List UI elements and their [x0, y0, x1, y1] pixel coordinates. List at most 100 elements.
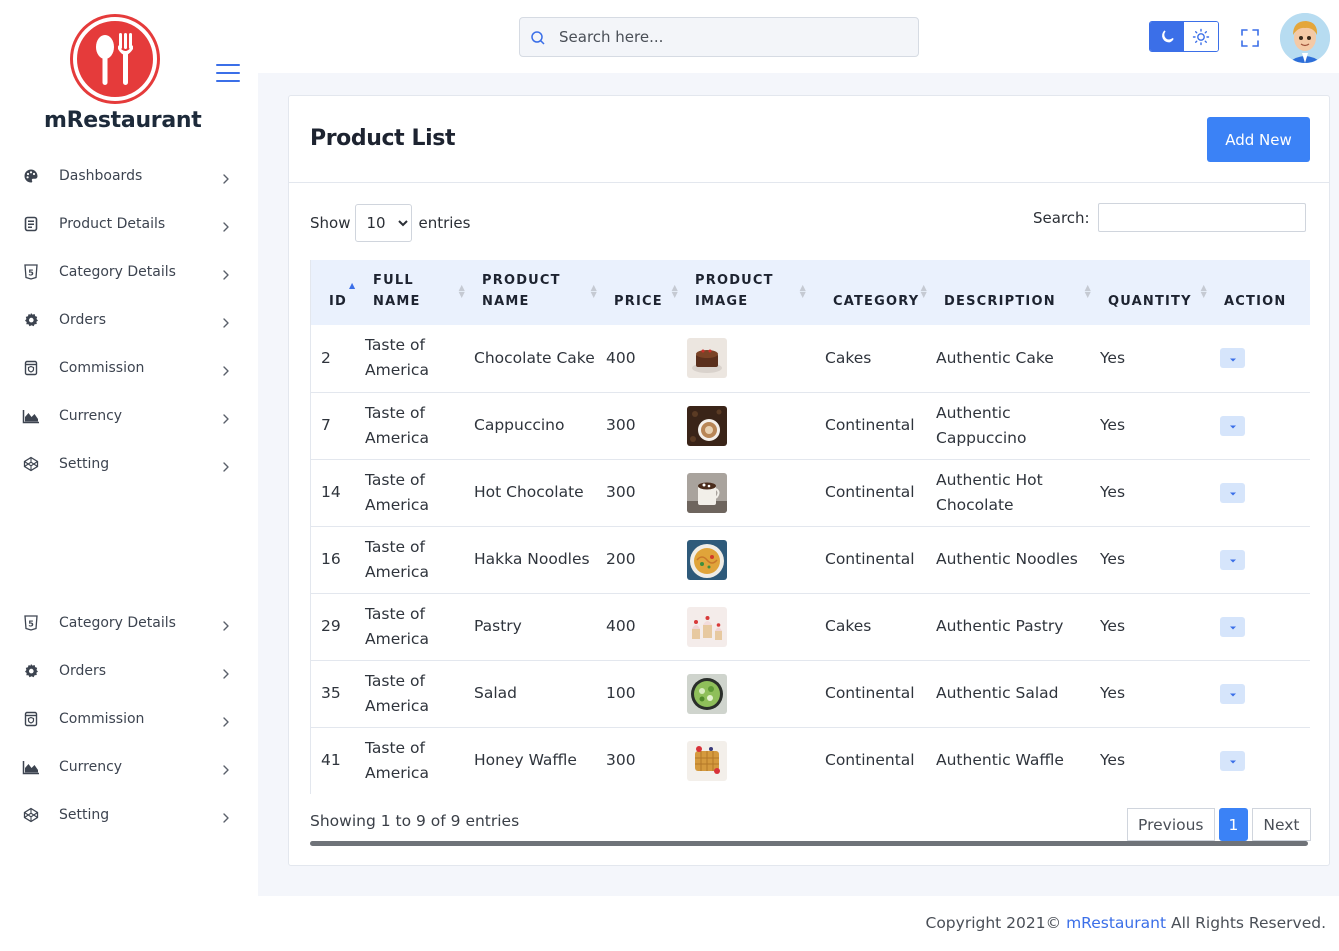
fullscreen-icon[interactable]: [1240, 28, 1260, 48]
previous-page-button[interactable]: Previous: [1127, 808, 1215, 841]
sidebar-item-orders[interactable]: Orders: [0, 296, 258, 344]
sidebar-item-label: Product Details: [59, 216, 166, 232]
horizontal-scrollbar[interactable]: [310, 841, 1308, 846]
chevron-right-icon: [220, 617, 232, 631]
sidebar-item-category-details[interactable]: 5 Category Details: [0, 599, 258, 647]
dark-mode-button[interactable]: [1150, 22, 1184, 51]
global-search-input[interactable]: [559, 18, 909, 56]
cell-full-name: Taste of America: [365, 738, 429, 782]
cell-full-name: Taste of America: [365, 671, 429, 715]
column-header-category[interactable]: CATEGORY ▲ ▼: [813, 260, 934, 325]
sort-icon: ▲ ▼: [799, 283, 807, 299]
cell-description: Authentic Noodles: [936, 550, 1078, 568]
next-page-button[interactable]: Next: [1252, 808, 1311, 841]
cell-price: 300: [606, 483, 636, 501]
receipt-icon: [22, 215, 40, 233]
sidebar-item-product-details[interactable]: Product Details: [0, 200, 258, 248]
cell-description: Authentic Cappuccino: [936, 403, 1027, 447]
cell-full-name: Taste of America: [365, 470, 429, 514]
caret-down-icon: [1229, 351, 1237, 366]
footer-brand-link[interactable]: mRestaurant: [1066, 914, 1166, 932]
page-size-select[interactable]: 102550100: [355, 204, 413, 242]
row-action-dropdown-button[interactable]: [1220, 415, 1245, 436]
sidebar-item-label: Currency: [59, 408, 123, 424]
row-action-dropdown-button[interactable]: [1220, 549, 1245, 570]
table-row: 35 Taste of America Salad 100 Continental Aut…: [311, 660, 1310, 727]
table-info: Showing 1 to 9 of 9 entries: [310, 812, 520, 830]
cell-action: [1214, 325, 1310, 392]
chevron-right-icon: [220, 809, 232, 823]
cell-quantity: Yes: [1100, 550, 1126, 568]
theme-toggle: [1149, 21, 1219, 52]
cell-price: 400: [606, 617, 636, 635]
cell-action: [1214, 392, 1310, 459]
cell-product-image: [685, 459, 813, 526]
column-header-line2: ACTION: [1224, 294, 1287, 309]
cell-product-name: Chocolate Cake: [474, 348, 595, 367]
sidebar-item-dashboards[interactable]: Dashboards: [0, 152, 258, 200]
sort-ascending-icon: ▲: [349, 281, 357, 290]
row-action-dropdown-button[interactable]: [1220, 348, 1245, 369]
caret-down-icon: [1229, 552, 1237, 567]
moon-icon: [1162, 29, 1174, 42]
table-row: 7 Taste of America Cappuccino 300 Continenta…: [311, 392, 1310, 459]
column-header-quantity[interactable]: QUANTITY ▲ ▼: [1098, 260, 1214, 325]
column-header-description[interactable]: DESCRIPTION ▲ ▼: [934, 260, 1098, 325]
column-header-price[interactable]: PRICE ▲ ▼: [604, 260, 685, 325]
column-header-name[interactable]: FULL NAME ▲ ▼: [363, 260, 472, 325]
chevron-right-icon: [220, 410, 232, 424]
sidebar-item-currency[interactable]: Currency: [0, 392, 258, 440]
light-mode-button[interactable]: [1184, 22, 1218, 51]
column-header-action[interactable]: ACTION: [1214, 260, 1310, 325]
product-image: [687, 405, 727, 446]
row-action-dropdown-button[interactable]: [1220, 683, 1245, 704]
restaurant-logo-icon: [73, 17, 157, 101]
cell-action: [1214, 660, 1310, 727]
sidebar-item-commission[interactable]: Commission: [0, 344, 258, 392]
cell-action: [1214, 526, 1310, 593]
sidebar-item-setting[interactable]: Setting: [0, 791, 258, 839]
caret-down-icon: [1229, 418, 1237, 433]
cell-id: 35: [321, 684, 341, 702]
cell-category: Continental: [825, 751, 915, 769]
row-action-dropdown-button[interactable]: [1220, 616, 1245, 637]
cell-id: 14: [321, 483, 341, 501]
cell-full-name: Taste of America: [365, 604, 429, 648]
table-search-input[interactable]: [1097, 203, 1306, 232]
user-avatar[interactable]: [1280, 13, 1330, 63]
shield-icon: [22, 710, 40, 728]
column-header-line1: PRODUCT: [482, 273, 561, 288]
chevron-right-icon: [220, 266, 232, 280]
cell-action: [1214, 727, 1310, 794]
add-new-button[interactable]: Add New: [1207, 117, 1310, 162]
sort-icon: ▲ ▼: [1084, 283, 1092, 299]
column-header-name[interactable]: PRODUCT NAME ▲ ▼: [472, 260, 604, 325]
cell-product-name: Hakka Noodles: [474, 550, 590, 568]
table-search: Search:: [1033, 203, 1306, 232]
cell-category: Continental: [825, 550, 915, 568]
sidebar-item-label: Currency: [59, 759, 123, 775]
cell-description: Authentic Pastry: [936, 617, 1064, 635]
cell-product-name: Pastry: [474, 617, 522, 635]
cell-product-image: [685, 392, 813, 459]
sidebar-item-currency[interactable]: Currency: [0, 743, 258, 791]
cell-category: Continental: [825, 416, 915, 434]
sidebar-item-orders[interactable]: Orders: [0, 647, 258, 695]
page-size-control: Show 102550100 entries: [310, 204, 470, 242]
copyright-prefix: Copyright 2021©: [925, 914, 1062, 932]
cell-category: Cakes: [825, 617, 872, 635]
menu-toggle-icon[interactable]: [216, 64, 240, 84]
column-header-image[interactable]: PRODUCT IMAGE ▲ ▼: [685, 260, 813, 325]
sidebar-item-setting[interactable]: Setting: [0, 440, 258, 488]
cell-category: Continental: [825, 684, 915, 702]
cell-id: 16: [321, 550, 341, 568]
row-action-dropdown-button[interactable]: [1220, 482, 1245, 503]
page-1-button[interactable]: 1: [1218, 808, 1249, 841]
sidebar-item-category-details[interactable]: 5 Category Details: [0, 248, 258, 296]
row-action-dropdown-button[interactable]: [1220, 750, 1245, 771]
sort-icon: ▲ ▼: [458, 283, 466, 299]
cell-product-name: Honey Waffle: [474, 751, 577, 769]
product-image: [687, 472, 727, 513]
column-header-id[interactable]: ID ▲: [311, 260, 363, 325]
sidebar-item-commission[interactable]: Commission: [0, 695, 258, 743]
